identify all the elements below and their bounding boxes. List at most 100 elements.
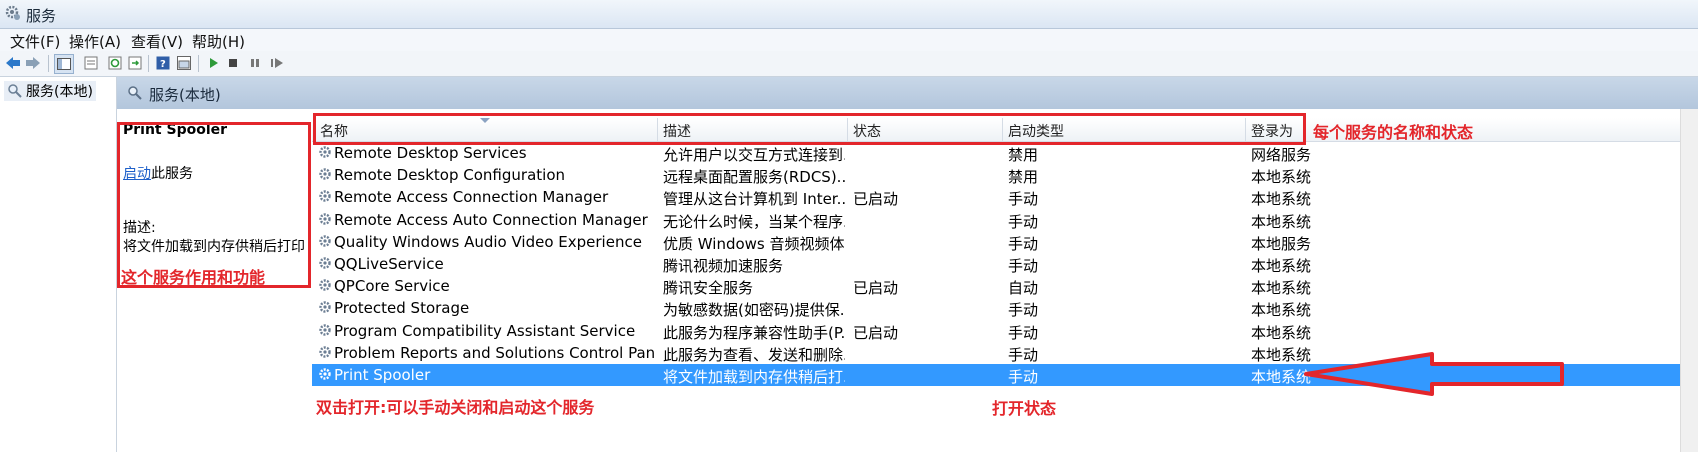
cell-logon: 网络服务	[1251, 146, 1312, 164]
annotation-arrow-icon	[1304, 352, 1564, 396]
table-row[interactable]: Quality Windows Audio Video Experience 优质…	[312, 231, 1698, 253]
cell-startup: 手动	[1008, 212, 1039, 231]
refresh-icon[interactable]	[106, 54, 124, 72]
resume-icon[interactable]	[268, 54, 286, 72]
service-gear-icon	[319, 212, 331, 225]
cell-startup: 禁用	[1008, 146, 1039, 164]
cell-desc: 为敏感数据(如密码)提供保...	[663, 301, 845, 320]
magnifier-icon	[8, 84, 22, 98]
table-row[interactable]: Program Compatibility Assistant Service 此…	[312, 320, 1698, 342]
cell-desc: 腾讯安全服务	[663, 279, 754, 298]
cell-desc: 此服务为查看、发送和删除...	[663, 345, 845, 364]
toolbar-separator	[148, 55, 149, 72]
cell-name: Remote Access Connection Manager	[334, 188, 609, 207]
service-gear-icon	[319, 368, 331, 380]
menu-action[interactable]: 操作(A)	[69, 31, 121, 52]
cell-desc: 远程桌面配置服务(RDCS)...	[663, 168, 845, 187]
vertical-scrollbar[interactable]	[1680, 109, 1698, 452]
service-gear-icon	[319, 146, 331, 158]
cell-status: 已启动	[853, 190, 899, 209]
cell-logon: 本地系统	[1251, 190, 1312, 209]
service-gear-icon	[319, 279, 331, 291]
table-row[interactable]: Remote Desktop Services 允许用户以交互方式连接到... 禁用…	[312, 142, 1698, 164]
cell-logon: 本地系统	[1251, 257, 1312, 275]
cell-desc: 管理从这台计算机到 Inter...	[663, 190, 845, 209]
cell-name: Remote Access Auto Connection Manager	[334, 210, 648, 229]
cell-logon: 本地系统	[1251, 212, 1312, 231]
cell-desc: 优质 Windows 音频视频体...	[663, 234, 845, 253]
tree-item-services-local[interactable]: 服务(本地)	[4, 81, 96, 101]
console-tree: 服务(本地)	[0, 77, 117, 452]
pause-icon[interactable]	[246, 54, 264, 72]
table-row[interactable]: Remote Access Auto Connection Manager 无论什…	[312, 209, 1698, 231]
services-gear-icon	[5, 5, 20, 20]
menu-file[interactable]: 文件(F)	[10, 31, 60, 52]
cell-status: 已启动	[853, 279, 899, 298]
tree-item-label: 服务(本地)	[26, 84, 93, 100]
table-row[interactable]: QQLiveService 腾讯视频加速服务 手动 本地系统	[312, 253, 1698, 275]
service-gear-icon	[319, 235, 331, 247]
cell-name: QPCore Service	[334, 277, 450, 296]
title-bar: 服务	[0, 0, 1698, 29]
magnifier-icon	[128, 86, 142, 100]
service-gear-icon	[319, 323, 331, 336]
view-icon[interactable]	[175, 54, 193, 72]
cell-logon: 本地服务	[1251, 234, 1312, 253]
annotation-open-state-note: 打开状态	[992, 399, 1057, 418]
help-icon[interactable]: ?	[154, 54, 172, 72]
service-gear-icon	[319, 168, 331, 180]
properties-icon[interactable]	[82, 54, 100, 72]
cell-desc: 允许用户以交互方式连接到...	[663, 146, 845, 164]
toolbar-separator	[198, 55, 199, 72]
cell-startup: 手动	[1008, 257, 1039, 275]
cell-startup: 手动	[1008, 301, 1039, 320]
window-title: 服务	[26, 7, 57, 25]
table-row[interactable]: Remote Access Connection Manager 管理从这台计算机…	[312, 186, 1698, 208]
cell-startup: 手动	[1008, 323, 1039, 342]
cell-name: Quality Windows Audio Video Experience	[334, 232, 642, 251]
service-gear-icon	[319, 346, 331, 358]
cell-startup: 禁用	[1008, 168, 1039, 187]
cell-logon: 本地系统	[1251, 301, 1312, 320]
cell-startup: 手动	[1008, 345, 1039, 364]
cell-name: Remote Desktop Services	[334, 144, 527, 162]
cell-name: Protected Storage	[334, 299, 470, 318]
menu-help[interactable]: 帮助(H)	[192, 31, 245, 52]
show-hide-tree-icon[interactable]	[54, 54, 74, 74]
annotation-header-note: 每个服务的名称和状态	[1313, 123, 1474, 142]
pane-title: 服务(本地)	[149, 86, 221, 104]
annotation-detail-note: 这个服务作用和功能	[121, 268, 266, 287]
annotation-box-header	[313, 113, 1306, 145]
toolbar-separator	[48, 55, 49, 72]
table-row[interactable]: QPCore Service 腾讯安全服务 已启动 自动 本地系统	[312, 275, 1698, 297]
cell-desc: 此服务为程序兼容性助手(P...	[663, 323, 845, 342]
cell-name: Problem Reports and Solutions Control Pa…	[334, 343, 654, 362]
cell-logon: 本地系统	[1251, 323, 1312, 342]
cell-desc: 腾讯视频加速服务	[663, 257, 784, 275]
back-icon[interactable]	[4, 54, 22, 72]
cell-startup: 自动	[1008, 279, 1039, 298]
svg-text:?: ?	[160, 59, 166, 70]
menu-bar: 文件(F) 操作(A) 查看(V) 帮助(H)	[0, 29, 1698, 51]
forward-icon[interactable]	[24, 54, 42, 72]
pane-header: 服务(本地)	[117, 77, 1698, 109]
toolbar: ?	[0, 51, 1698, 77]
stop-icon[interactable]	[224, 54, 242, 72]
service-gear-icon	[319, 257, 331, 269]
annotation-dblclick-note: 双击打开:可以手动关闭和启动这个服务	[316, 398, 595, 417]
export-list-icon[interactable]	[126, 54, 144, 72]
cell-desc: 将文件加载到内存供稍后打...	[663, 368, 845, 386]
cell-name: Remote Desktop Configuration	[334, 166, 565, 185]
table-row[interactable]: Protected Storage 为敏感数据(如密码)提供保... 手动 本地系统	[312, 297, 1698, 319]
cell-logon: 本地系统	[1251, 279, 1312, 298]
start-icon[interactable]	[204, 54, 222, 72]
table-row[interactable]: Remote Desktop Configuration 远程桌面配置服务(RDC…	[312, 164, 1698, 186]
cell-status: 已启动	[853, 323, 899, 342]
menu-view[interactable]: 查看(V)	[131, 31, 183, 52]
cell-name: QQLiveService	[334, 255, 444, 273]
cell-logon: 本地系统	[1251, 168, 1312, 187]
cell-desc: 无论什么时候，当某个程序...	[663, 212, 845, 231]
cell-startup: 手动	[1008, 368, 1039, 386]
service-gear-icon	[319, 190, 331, 203]
cell-startup: 手动	[1008, 234, 1039, 253]
